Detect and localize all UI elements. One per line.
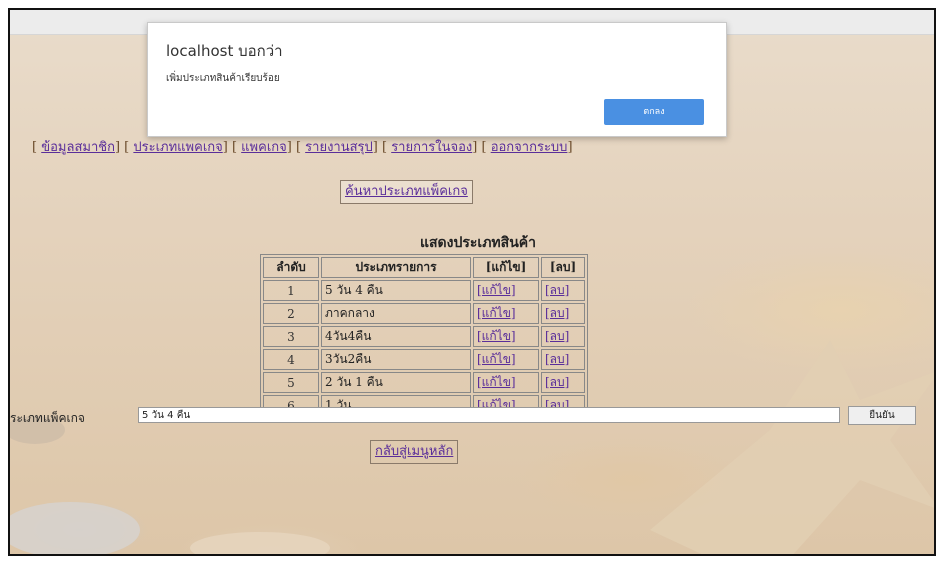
table-row: 5 2 วัน 1 คืน [แก้ไข] [ลบ] [263, 372, 585, 393]
edit-link[interactable]: [แก้ไข] [473, 326, 539, 347]
table-row: 3 4วัน4คืน [แก้ไข] [ลบ] [263, 326, 585, 347]
table-row: 1 5 วัน 4 คืน [แก้ไข] [ลบ] [263, 280, 585, 301]
delete-link[interactable]: [ลบ] [541, 280, 585, 301]
row-type-name: 3วัน2คืน [321, 349, 471, 370]
alert-message: เพิ่มประเภทสินค้าเรียบร้อย [166, 73, 280, 84]
edit-link[interactable]: [แก้ไข] [473, 372, 539, 393]
alert-title: localhost บอกว่า [166, 42, 283, 60]
row-number: 3 [263, 326, 319, 347]
alert-dialog: localhost บอกว่า เพิ่มประเภทสินค้าเรียบร… [147, 22, 727, 137]
delete-link[interactable]: [ลบ] [541, 326, 585, 347]
row-type-name: 5 วัน 4 คืน [321, 280, 471, 301]
edit-link[interactable]: [แก้ไข] [473, 349, 539, 370]
package-type-table: ลำดับ ประเภทรายการ [แก้ไข] [ลบ] 1 5 วัน … [260, 254, 588, 419]
row-number: 1 [263, 280, 319, 301]
column-header-order: ลำดับ [263, 257, 319, 278]
column-header-edit: [แก้ไข] [473, 257, 539, 278]
row-type-name: 4วัน4คืน [321, 326, 471, 347]
row-number: 4 [263, 349, 319, 370]
nav-item-packages[interactable]: แพคเกจ [241, 140, 287, 155]
table-row: 4 3วัน2คืน [แก้ไข] [ลบ] [263, 349, 585, 370]
row-type-name: ภาคกลาง [321, 303, 471, 324]
row-type-name: 2 วัน 1 คืน [321, 372, 471, 393]
edit-link[interactable]: [แก้ไข] [473, 303, 539, 324]
table-row: 2 ภาคกลาง [แก้ไข] [ลบ] [263, 303, 585, 324]
delete-link[interactable]: [ลบ] [541, 303, 585, 324]
delete-link[interactable]: [ลบ] [541, 372, 585, 393]
row-number: 2 [263, 303, 319, 324]
ok-button[interactable]: ตกลง [604, 99, 704, 125]
nav-item-package-types[interactable]: ประเภทแพคเกจ [133, 140, 222, 155]
main-nav: [ ข้อมูลสมาชิก] [ ประเภทแพคเกจ] [ แพคเกจ… [32, 140, 573, 155]
column-header-delete: [ลบ] [541, 257, 585, 278]
column-header-type: ประเภทรายการ [321, 257, 471, 278]
page-title: แสดงประเภทสินค้า [419, 235, 536, 251]
delete-link[interactable]: [ลบ] [541, 349, 585, 370]
row-number: 5 [263, 372, 319, 393]
confirm-button[interactable]: ยืนยัน [848, 406, 916, 425]
nav-item-report[interactable]: รายงานสรุป [305, 140, 373, 155]
search-package-type-link[interactable]: ค้นหาประเภทแพ็คเกจ [340, 180, 473, 204]
add-type-form: ระเภทแพ็คเกจ ยืนยัน [10, 406, 934, 425]
package-type-label: ระเภทแพ็คเกจ [10, 411, 85, 425]
nav-item-logout[interactable]: ออกจากระบบ [491, 140, 568, 155]
nav-item-bookings[interactable]: รายการในจอง [391, 140, 472, 155]
edit-link[interactable]: [แก้ไข] [473, 280, 539, 301]
back-to-main-menu-link[interactable]: กลับสู่เมนูหลัก [370, 440, 459, 464]
table-header-row: ลำดับ ประเภทรายการ [แก้ไข] [ลบ] [263, 257, 585, 278]
package-type-input[interactable] [138, 407, 840, 423]
browser-viewport: localhost บอกว่า เพิ่มประเภทสินค้าเรียบร… [8, 8, 936, 556]
nav-item-members[interactable]: ข้อมูลสมาชิก [41, 140, 115, 155]
